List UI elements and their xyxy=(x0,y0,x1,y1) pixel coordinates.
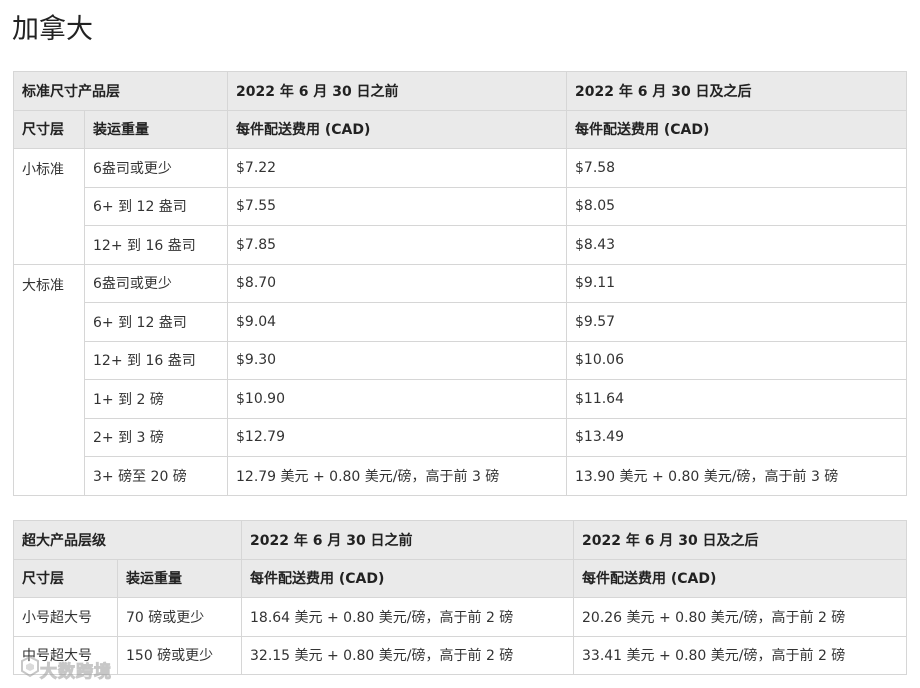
fee-after-cell: $7.58 xyxy=(566,148,907,188)
table-subheader-row: 尺寸层 装运重量 每件配送费用 (CAD) 每件配送费用 (CAD) xyxy=(13,109,907,149)
table-subheader-row: 尺寸层 装运重量 每件配送费用 (CAD) 每件配送费用 (CAD) xyxy=(13,558,907,598)
column-header-after: 2022 年 6 月 30 日及之后 xyxy=(573,520,907,560)
column-header-size-tier: 尺寸层 xyxy=(13,109,85,149)
column-header-size-tier: 尺寸层 xyxy=(13,558,118,598)
column-header-fee-before: 每件配送费用 (CAD) xyxy=(227,109,567,149)
standard-size-fee-table: 标准尺寸产品层 2022 年 6 月 30 日之前 2022 年 6 月 30 … xyxy=(13,71,907,496)
fee-after-cell: 13.90 美元 + 0.80 美元/磅，高于前 3 磅 xyxy=(566,456,907,496)
fee-after-cell: $10.06 xyxy=(566,340,907,380)
fee-before-cell: $12.79 xyxy=(227,417,567,457)
table-header-row: 标准尺寸产品层 2022 年 6 月 30 日之前 2022 年 6 月 30 … xyxy=(13,71,907,111)
column-header-shipping-weight: 装运重量 xyxy=(84,109,228,149)
table-row: 中号超大号 150 磅或更少 32.15 美元 + 0.80 美元/磅，高于前 … xyxy=(13,635,907,675)
size-tier-cell: 大标准 xyxy=(13,263,85,496)
fee-after-cell: 20.26 美元 + 0.80 美元/磅，高于前 2 磅 xyxy=(573,597,907,637)
fee-after-cell: $9.57 xyxy=(566,302,907,342)
table-row: 小号超大号 70 磅或更少 18.64 美元 + 0.80 美元/磅，高于前 2… xyxy=(13,597,907,637)
fee-before-cell: $7.22 xyxy=(227,148,567,188)
fee-before-cell: $9.04 xyxy=(227,302,567,342)
weight-cell: 12+ 到 16 盎司 xyxy=(84,225,228,265)
table-row: 12+ 到 16 盎司 $9.30 $10.06 xyxy=(14,340,907,380)
column-header-before: 2022 年 6 月 30 日之前 xyxy=(241,520,574,560)
fee-before-cell: 12.79 美元 + 0.80 美元/磅，高于前 3 磅 xyxy=(227,456,567,496)
fee-after-cell: $13.49 xyxy=(566,417,907,457)
table-row: 大标准 6盎司或更少 $8.70 $9.11 xyxy=(13,263,907,496)
table-row: 6+ 到 12 盎司 $7.55 $8.05 xyxy=(14,186,907,226)
table-row: 1+ 到 2 磅 $10.90 $11.64 xyxy=(14,379,907,419)
weight-cell: 150 磅或更少 xyxy=(117,635,242,675)
column-header-after: 2022 年 6 月 30 日及之后 xyxy=(566,71,907,111)
fee-before-cell: $10.90 xyxy=(227,379,567,419)
weight-cell: 1+ 到 2 磅 xyxy=(84,379,228,419)
fee-after-cell: 33.41 美元 + 0.80 美元/磅，高于前 2 磅 xyxy=(573,635,907,675)
weight-cell: 6盎司或更少 xyxy=(84,263,228,303)
fee-after-cell: $8.43 xyxy=(566,225,907,265)
table-header-row: 超大产品层级 2022 年 6 月 30 日之前 2022 年 6 月 30 日… xyxy=(13,520,907,560)
fee-before-cell: $9.30 xyxy=(227,340,567,380)
column-header-fee-before: 每件配送费用 (CAD) xyxy=(241,558,574,598)
fee-before-cell: $7.55 xyxy=(227,186,567,226)
table-row: 3+ 磅至 20 磅 12.79 美元 + 0.80 美元/磅，高于前 3 磅 … xyxy=(14,456,907,496)
table-row: 2+ 到 3 磅 $12.79 $13.49 xyxy=(14,417,907,457)
weight-cell: 70 磅或更少 xyxy=(117,597,242,637)
size-tier-cell: 小标准 xyxy=(13,148,85,265)
fee-after-cell: $8.05 xyxy=(566,186,907,226)
size-tier-cell: 小号超大号 xyxy=(13,597,118,637)
table-row: 6+ 到 12 盎司 $9.04 $9.57 xyxy=(14,302,907,342)
column-header-before: 2022 年 6 月 30 日之前 xyxy=(227,71,567,111)
column-header-product-tier: 超大产品层级 xyxy=(13,520,242,560)
weight-cell: 6+ 到 12 盎司 xyxy=(84,302,228,342)
table-row: 12+ 到 16 盎司 $7.85 $8.43 xyxy=(14,225,907,265)
weight-cell: 6盎司或更少 xyxy=(84,148,228,188)
fee-before-cell: 32.15 美元 + 0.80 美元/磅，高于前 2 磅 xyxy=(241,635,574,675)
page-title: 加拿大 xyxy=(12,14,93,45)
fee-after-cell: $11.64 xyxy=(566,379,907,419)
size-tier-cell: 中号超大号 xyxy=(13,635,118,675)
weight-cell: 2+ 到 3 磅 xyxy=(84,417,228,457)
oversize-fee-table: 超大产品层级 2022 年 6 月 30 日之前 2022 年 6 月 30 日… xyxy=(13,520,907,675)
weight-cell: 3+ 磅至 20 磅 xyxy=(84,456,228,496)
weight-cell: 6+ 到 12 盎司 xyxy=(84,186,228,226)
column-header-shipping-weight: 装运重量 xyxy=(117,558,242,598)
fee-after-cell: $9.11 xyxy=(566,263,907,303)
column-header-product-tier: 标准尺寸产品层 xyxy=(13,71,228,111)
weight-cell: 12+ 到 16 盎司 xyxy=(84,340,228,380)
fee-before-cell: 18.64 美元 + 0.80 美元/磅，高于前 2 磅 xyxy=(241,597,574,637)
table-row: 小标准 6盎司或更少 $7.22 $7.58 xyxy=(13,148,907,265)
column-header-fee-after: 每件配送费用 (CAD) xyxy=(566,109,907,149)
fee-before-cell: $8.70 xyxy=(227,263,567,303)
fee-before-cell: $7.85 xyxy=(227,225,567,265)
column-header-fee-after: 每件配送费用 (CAD) xyxy=(573,558,907,598)
